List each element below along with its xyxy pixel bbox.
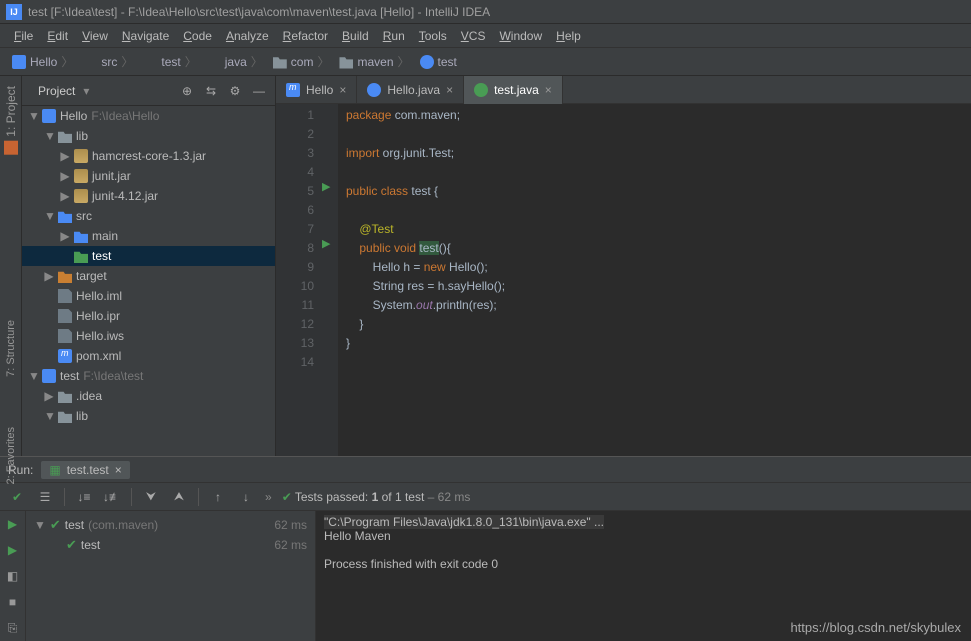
run-panel: Run: ▦ test.test × ✔ ☰ ↓≡ ↓≢ ⮟ ⮝ ↑ ↓ » ✔… [0,456,971,641]
menu-run[interactable]: Run [377,27,411,45]
tree-item[interactable]: ▶hamcrest-core-1.3.jar [22,146,275,166]
test-ok-icon: ✔ [50,517,61,533]
menu-code[interactable]: Code [177,27,218,45]
test-tab-icon: ▦ [49,463,60,477]
code-editor[interactable]: 1234567891011121314 ▶▶ package com.maven… [276,104,971,456]
left-tab-favorites[interactable]: 2: Favorites [5,427,17,484]
test-row[interactable]: ▼✔test (com.maven)62 ms [26,515,315,535]
test-status: ✔ Tests passed: 1 of 1 test – 62 ms [282,490,471,504]
tree-item[interactable]: ▼lib [22,126,275,146]
close-icon[interactable]: × [339,83,346,97]
collapse-icon[interactable]: ⇆ [203,83,219,99]
menu-vcs[interactable]: VCS [455,27,492,45]
left-tab-structure[interactable]: 7: Structure [5,320,17,377]
test-ok-icon: ✔ [66,537,77,553]
tree-item[interactable]: ▼Hello F:\Idea\Hello [22,106,275,126]
editor-tab-test-java[interactable]: test.java× [464,76,563,104]
test-tree[interactable]: ▼✔test (com.maven)62 ms✔test62 ms [26,511,316,641]
menu-analyze[interactable]: Analyze [220,27,275,45]
sidebar-title[interactable]: Project [38,84,75,98]
close-icon[interactable]: × [115,463,122,477]
menu-build[interactable]: Build [336,27,375,45]
run-tab[interactable]: ▦ test.test × [41,461,129,479]
breadcrumb-com[interactable]: com〉 [269,51,334,72]
tree-item[interactable]: test [22,246,275,266]
editor-tabs: Hello×Hello.java×test.java× [276,76,971,104]
menu-edit[interactable]: Edit [41,27,74,45]
gear-icon[interactable]: ⚙ [227,83,243,99]
sort-icon[interactable]: ↓≡ [75,488,93,506]
project-icon [4,141,18,155]
up-icon[interactable]: ↑ [209,488,227,506]
breadcrumb-java[interactable]: java〉 [203,51,267,72]
menu-refactor[interactable]: Refactor [277,27,334,45]
project-sidebar: Project ▾ ⊕ ⇆ ⚙ — ▼Hello F:\Idea\Hello▼l… [22,76,276,456]
run-gutter-icon[interactable]: ▶ [322,180,330,193]
watermark: https://blog.csdn.net/skybulex [790,620,961,635]
collapse-all-icon[interactable]: ⮝ [170,488,188,506]
tree-item[interactable]: Hello.ipr [22,306,275,326]
menu-navigate[interactable]: Navigate [116,27,175,45]
tree-item[interactable]: pom.xml [22,346,275,366]
filter-icon[interactable]: ☰ [36,488,54,506]
tree-item[interactable]: Hello.iws [22,326,275,346]
ok-icon[interactable]: ✔ [8,488,26,506]
locate-icon[interactable]: ⊕ [179,83,195,99]
menu-window[interactable]: Window [493,27,548,45]
test-row[interactable]: ✔test62 ms [26,535,315,555]
run-toolbar: ✔ ☰ ↓≡ ↓≢ ⮟ ⮝ ↑ ↓ » ✔ Tests passed: 1 of… [0,483,971,511]
tree-item[interactable]: ▶target [22,266,275,286]
breadcrumb-src[interactable]: src〉 [79,51,137,72]
menu-help[interactable]: Help [550,27,587,45]
menu-tools[interactable]: Tools [413,27,453,45]
tree-item[interactable]: ▶junit-4.12.jar [22,186,275,206]
run-tab-label: test.test [67,463,109,477]
close-icon[interactable]: × [545,83,552,97]
editor-tab-Hello-java[interactable]: Hello.java× [357,76,464,104]
run-gutter-icon[interactable]: ▶ [322,237,330,250]
expand-icon[interactable]: ⮟ [142,488,160,506]
down-icon[interactable]: ↓ [237,488,255,506]
tree-item[interactable]: ▶main [22,226,275,246]
window-title: test [F:\Idea\test] - F:\Idea\Hello\src\… [28,5,490,19]
breadcrumb-hello[interactable]: Hello〉 [8,51,77,72]
toggle-icon[interactable]: ◧ [4,567,22,585]
close-icon[interactable]: × [446,83,453,97]
project-tree[interactable]: ▼Hello F:\Idea\Hello▼lib▶hamcrest-core-1… [22,106,275,456]
rerun-failed-icon[interactable]: ▶ [4,541,22,559]
sidebar-header: Project ▾ ⊕ ⇆ ⚙ — [22,76,275,106]
app-icon: IJ [6,4,22,20]
breadcrumb-maven[interactable]: maven〉 [335,51,413,72]
run-side-toolbar: ▶ ▶ ◧ ■ ⎘ [0,511,26,641]
menu-file[interactable]: File [8,27,39,45]
hide-icon[interactable]: — [251,83,267,99]
tree-item[interactable]: ▼src [22,206,275,226]
breadcrumb-test[interactable]: test〉 [139,51,200,72]
menubar: FileEditViewNavigateCodeAnalyzeRefactorB… [0,24,971,48]
editor-tab-Hello[interactable]: Hello× [276,76,357,104]
rerun-icon[interactable]: ▶ [4,515,22,533]
breadcrumb-bar: Hello〉src〉test〉java〉com〉maven〉test [0,48,971,76]
editor-area: Hello×Hello.java×test.java× 123456789101… [276,76,971,456]
tree-item[interactable]: ▶junit.jar [22,166,275,186]
tree-item[interactable]: ▼test F:\Idea\test [22,366,275,386]
export-icon[interactable]: ⎘ [4,619,22,637]
code-content[interactable]: package com.maven;import org.junit.Test;… [338,104,971,456]
line-gutter: 1234567891011121314 [276,104,320,456]
gutter-icons: ▶▶ [320,104,338,456]
stop-icon[interactable]: ■ [4,593,22,611]
tree-item[interactable]: ▼lib [22,406,275,426]
titlebar: IJ test [F:\Idea\test] - F:\Idea\Hello\s… [0,0,971,24]
tree-item[interactable]: Hello.iml [22,286,275,306]
run-tabs: Run: ▦ test.test × [0,457,971,483]
breadcrumb-test[interactable]: test [416,53,461,71]
menu-view[interactable]: View [76,27,114,45]
sort2-icon[interactable]: ↓≢ [103,488,121,506]
tree-item[interactable]: ▶.idea [22,386,275,406]
left-tab-project[interactable]: 1: Project [4,80,18,161]
